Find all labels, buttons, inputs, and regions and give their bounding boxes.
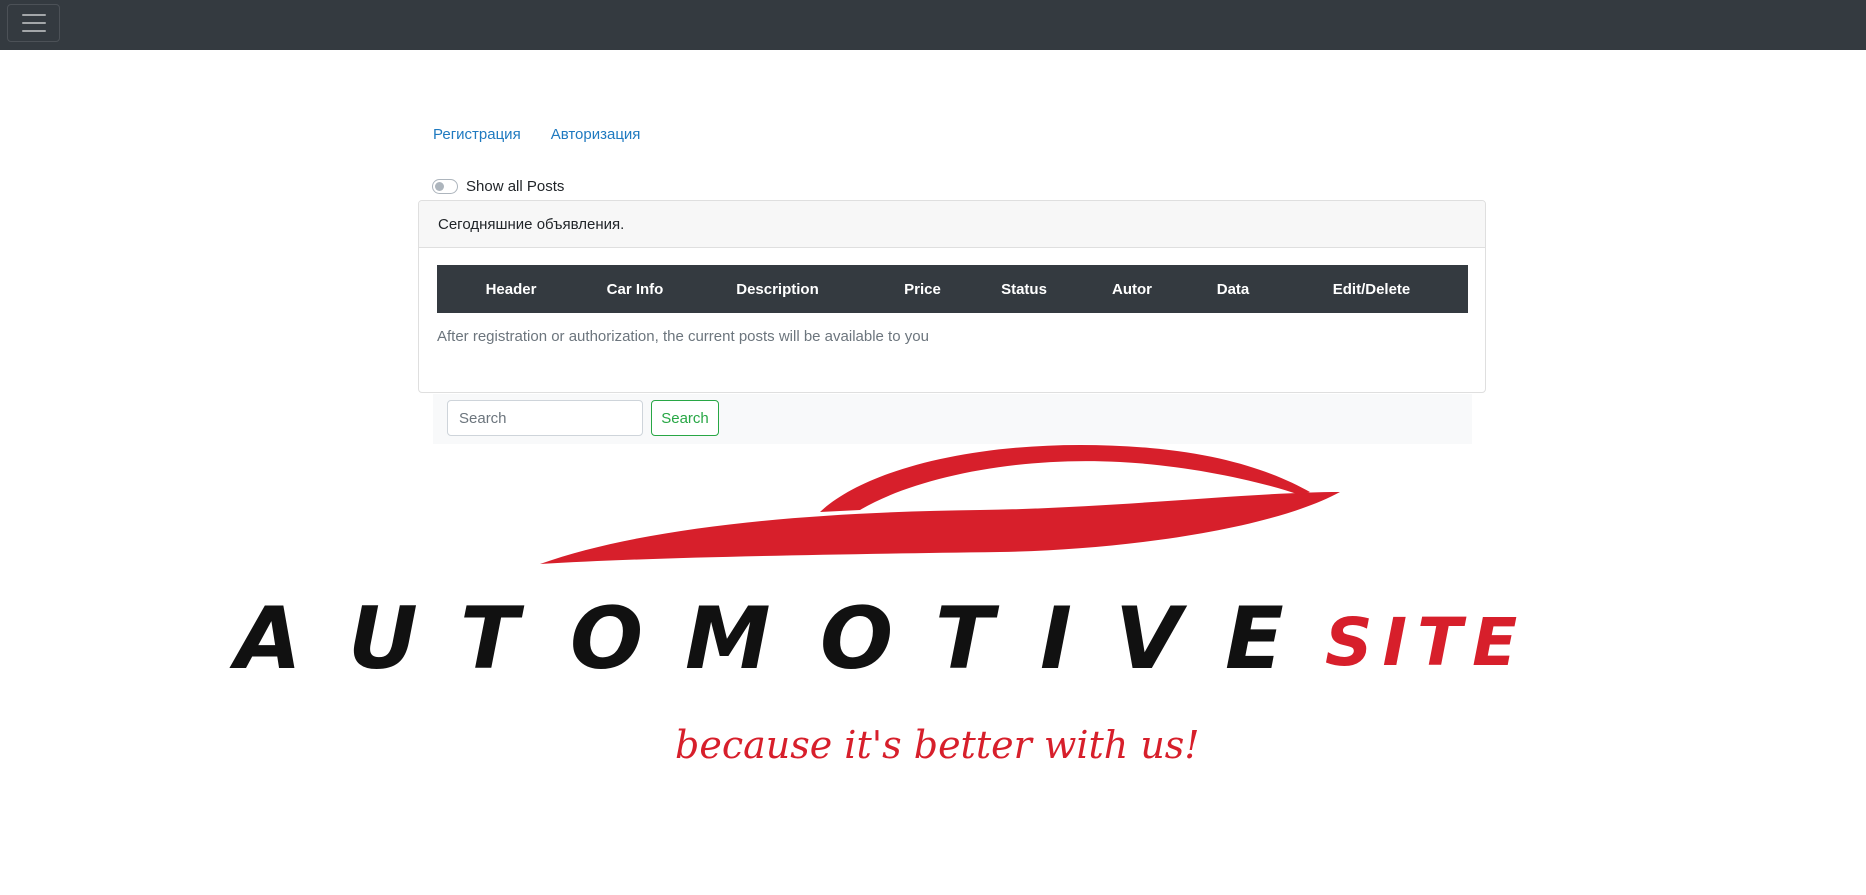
automotive-site-logo: A U T O M O T I V E SITE because it's be… (229, 444, 1527, 767)
svg-text:T: T (460, 589, 525, 689)
menu-toggle-button[interactable] (7, 4, 60, 42)
column-header: Status (1001, 280, 1047, 298)
svg-text:O: O (820, 589, 893, 689)
column-header: Description (736, 280, 819, 298)
auth-required-note: After registration or authorization, the… (437, 328, 929, 345)
card-header: Сегодняшние объявления. (419, 201, 1485, 248)
column-header: Price (904, 280, 941, 298)
svg-text:M: M (685, 589, 771, 689)
hamburger-menu-icon (21, 14, 46, 32)
svg-text:T: T (935, 589, 1000, 689)
svg-text:U: U (348, 589, 418, 689)
svg-text:A: A (229, 589, 302, 689)
column-header: Header (485, 280, 537, 298)
column-header: Edit/Delete (1332, 280, 1411, 298)
auth-links: Регистрация Авторизация (433, 126, 640, 143)
svg-text:E: E (1225, 589, 1284, 689)
svg-text:I: I (1040, 589, 1072, 689)
search-bar: Search (433, 394, 1472, 444)
top-navbar (0, 0, 1866, 50)
search-button[interactable]: Search (651, 400, 719, 436)
show-all-switch[interactable] (432, 179, 458, 194)
svg-text:V: V (1115, 589, 1188, 689)
svg-text:because it's better with us!: because it's better with us! (675, 723, 1200, 767)
show-all-toggle-row: Show all Posts (432, 178, 564, 195)
posts-table: Header Car Info Description Price Status… (437, 265, 1468, 313)
register-link[interactable]: Регистрация (433, 126, 521, 143)
switch-knob (435, 182, 444, 191)
search-input[interactable] (447, 400, 643, 436)
posts-card: Сегодняшние объявления. Header Car Info … (418, 200, 1486, 393)
svg-text:O: O (570, 589, 643, 689)
svg-text:SITE: SITE (1325, 604, 1527, 681)
column-header: Autor (1112, 280, 1152, 298)
column-header: Car Info (606, 280, 664, 298)
card-body: Header Car Info Description Price Status… (419, 248, 1485, 345)
show-all-label: Show all Posts (466, 178, 565, 195)
login-link[interactable]: Авторизация (551, 126, 641, 143)
column-header: Data (1216, 280, 1250, 298)
table-header-row: Header Car Info Description Price Status… (437, 265, 1468, 313)
